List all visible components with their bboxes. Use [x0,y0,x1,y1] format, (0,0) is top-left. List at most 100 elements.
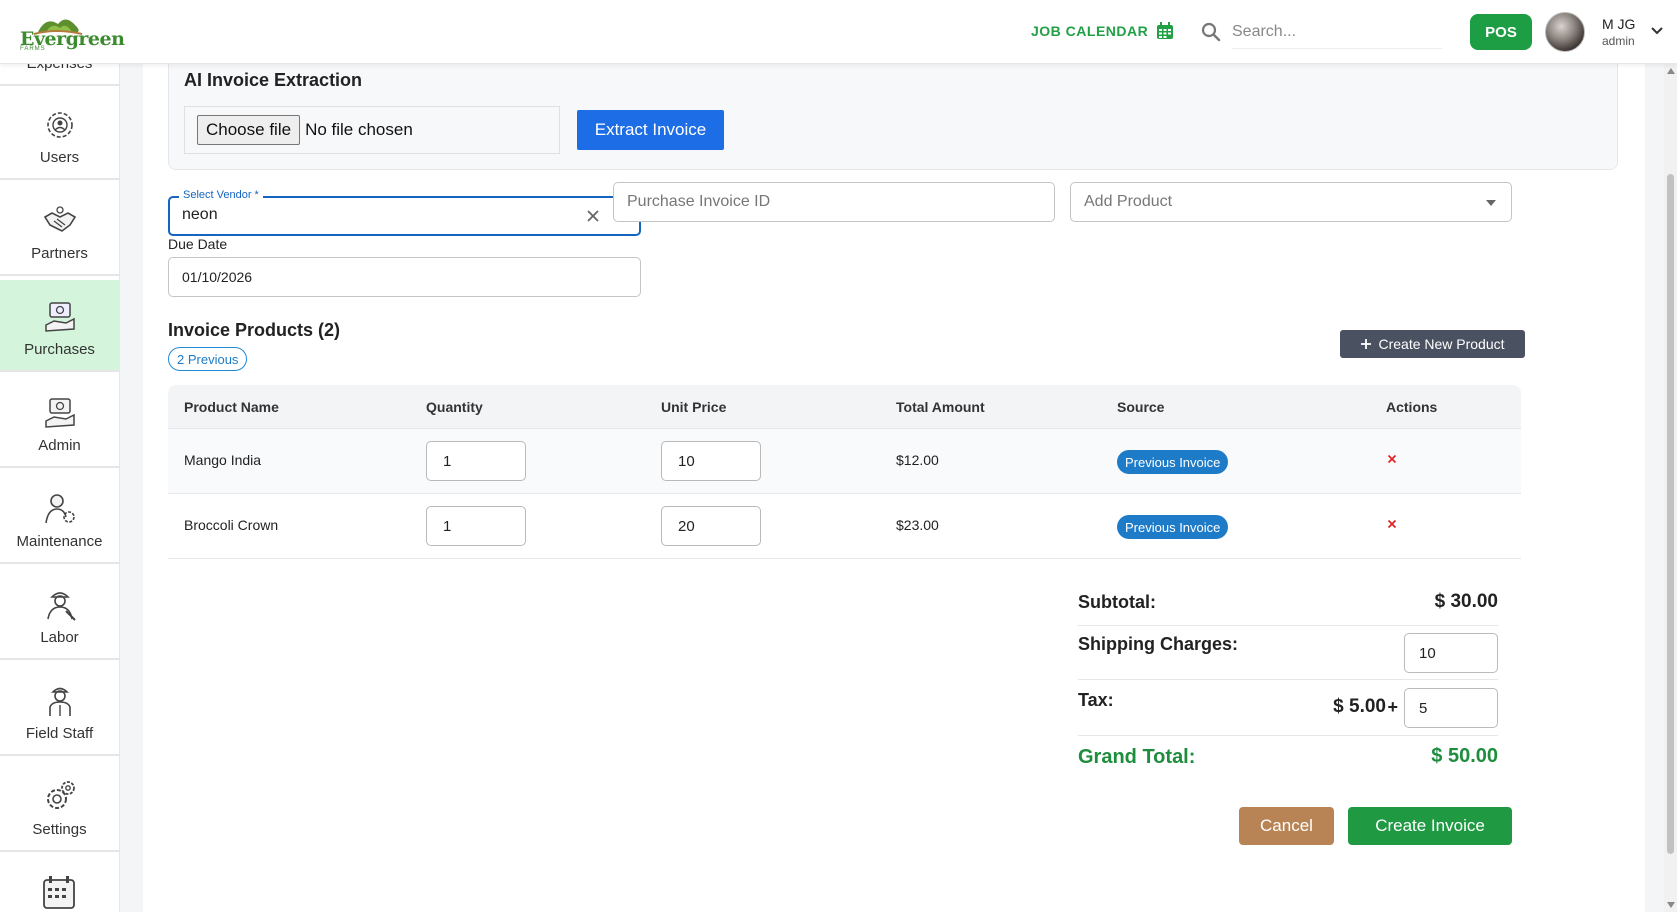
calendar-grid-icon [43,876,75,909]
sidebar-item-expenses[interactable]: Expenses [0,64,119,86]
pos-button[interactable]: POS [1470,14,1532,50]
delete-icon[interactable] [1387,454,1397,464]
sidebar-item-label: Admin [38,437,81,454]
sidebar-item-label: Maintenance [16,533,103,550]
handshake-icon [43,206,76,232]
job-calendar-label: JOB CALENDAR [1031,23,1149,39]
job-calendar-link[interactable]: JOB CALENDAR [1031,22,1174,40]
logo-subtext: FARMS [20,46,46,52]
sidebar-item-labor[interactable]: Labor [0,568,119,660]
maintenance-worker-icon [44,494,75,524]
sidebar-item-label: Partners [31,245,88,262]
sidebar: Expenses Users Partners Purchases [0,64,120,912]
col-source: Source [1117,399,1165,415]
col-quantity: Quantity [426,399,483,415]
extract-invoice-button[interactable]: Extract Invoice [577,110,724,150]
sidebar-item-admin[interactable]: Admin [0,376,119,468]
admin-icon [44,398,75,428]
plus-icon [1361,339,1372,349]
due-date-input[interactable] [169,258,640,296]
sidebar-item-label: Field Staff [25,725,94,742]
invoice-products-title: Invoice Products (2) [168,320,341,340]
sidebar-item-label: Expenses [27,64,93,72]
table-row: Broccoli Crown $23.00 Previous Invoice [168,494,1521,559]
subtotal-value: $ 30.00 [1434,591,1498,612]
cancel-button[interactable]: Cancel [1239,807,1334,845]
quantity-input[interactable] [426,506,526,546]
vendor-select[interactable] [168,196,641,236]
unit-price-input[interactable] [661,506,761,546]
top-header: Evergreen FARMS JOB CALENDAR POS M JG ad… [0,0,1677,64]
tax-amount: $ 5.00 [1333,696,1386,717]
table-row: Mango India $12.00 Previous Invoice [168,429,1521,494]
subtotal-row: Subtotal: $ 30.00 [1078,582,1498,626]
delete-icon[interactable] [1387,519,1397,529]
create-invoice-button[interactable]: Create Invoice [1348,807,1512,845]
choose-file-button[interactable]: Choose file [197,115,301,145]
invoice-id-input[interactable] [614,183,1054,221]
search-input[interactable] [1232,15,1442,49]
sidebar-item-maintenance[interactable]: Maintenance [0,472,119,564]
scroll-down-icon[interactable] [1667,902,1675,908]
labor-icon [46,592,76,621]
shipping-input[interactable] [1404,633,1498,673]
unit-price-input[interactable] [661,441,761,481]
purchases-icon [44,302,75,332]
invoice-products-table: Product Name Quantity Unit Price Total A… [168,385,1521,559]
add-product-select[interactable] [1070,182,1512,222]
col-unit-price: Unit Price [661,399,727,415]
clear-icon[interactable] [585,208,601,224]
avatar[interactable] [1545,12,1585,52]
total-amount: $12.00 [896,452,939,468]
vendor-input[interactable] [182,206,562,224]
page-scrollbar[interactable] [1664,64,1677,912]
sidebar-item-partners[interactable]: Partners [0,184,119,276]
previous-count-badge[interactable]: 2 Previous [168,347,248,371]
quantity-input[interactable] [426,441,526,481]
vendor-label: Select Vendor * [179,189,263,201]
settings-gear-icon [46,781,75,809]
sidebar-item-field-staff[interactable]: Field Staff [0,664,119,756]
caret-down-icon[interactable] [1485,199,1497,207]
grand-total-label: Grand Total: [1078,746,1196,768]
table-header: Product Name Quantity Unit Price Total A… [168,385,1521,429]
tax-plus: + [1387,697,1398,717]
product-name: Mango India [184,452,262,468]
chevron-down-icon[interactable] [1650,26,1664,36]
tax-input[interactable] [1404,688,1498,728]
sidebar-item-calendar[interactable] [0,856,119,912]
source-badge: Previous Invoice [1117,515,1229,539]
sidebar-item-settings[interactable]: Settings [0,760,119,852]
file-input[interactable]: Choose file No file chosen [184,106,560,154]
users-gear-icon [46,112,73,138]
sidebar-item-users[interactable]: Users [0,88,119,180]
sidebar-item-label: Purchases [24,341,95,358]
scroll-thumb[interactable] [1667,174,1674,854]
field-staff-icon [48,687,71,716]
subtotal-label: Subtotal: [1078,592,1156,612]
product-name: Broccoli Crown [184,517,279,533]
header-search [1200,14,1448,50]
main-content: AI Invoice Extraction Choose file No fil… [143,58,1645,912]
shipping-row: Shipping Charges: [1078,626,1498,680]
total-amount: $23.00 [896,517,939,533]
create-new-product-button[interactable]: Create New Product [1340,330,1525,358]
col-total-amount: Total Amount [896,399,985,415]
calendar-icon [1157,22,1174,39]
file-status: No file chosen [305,120,413,139]
sidebar-item-label: Labor [40,629,79,646]
sidebar-item-label: Settings [32,821,87,838]
grand-total-value: $ 50.00 [1431,745,1498,767]
sidebar-item-label: Users [39,149,80,166]
grand-total-row: Grand Total: $ 50.00 [1078,736,1498,780]
invoice-summary: Subtotal: $ 30.00 Shipping Charges: Tax:… [1078,582,1498,780]
ai-extraction-title: AI Invoice Extraction [184,70,363,90]
search-icon [1201,22,1221,42]
due-date-field[interactable] [168,257,641,297]
add-product-input[interactable] [1071,183,1511,221]
col-actions: Actions [1386,399,1438,415]
invoice-id-field[interactable] [613,182,1055,222]
tax-label: Tax: [1078,690,1114,710]
sidebar-item-purchases[interactable]: Purchases [0,280,119,372]
scroll-up-icon[interactable] [1667,68,1675,74]
